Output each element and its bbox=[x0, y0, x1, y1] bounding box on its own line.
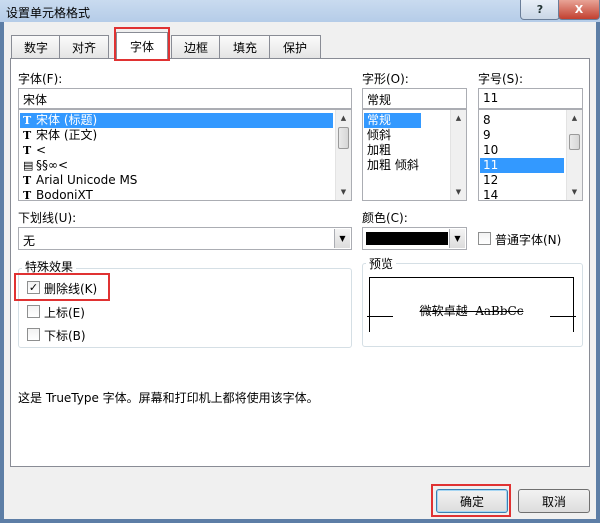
font-list-item[interactable]: T Arial Unicode MS bbox=[20, 173, 137, 188]
underline-dropdown[interactable]: 无 ▼ bbox=[18, 227, 352, 250]
style-list-scrollbar[interactable]: ▲ ▼ bbox=[450, 110, 466, 200]
size-list-item[interactable]: 14 bbox=[480, 188, 498, 200]
scroll-down-icon[interactable]: ▼ bbox=[567, 185, 582, 199]
size-list-item[interactable]: 10 bbox=[480, 143, 498, 158]
size-label: 字号(S): bbox=[478, 72, 524, 86]
size-list-item[interactable]: 12 bbox=[480, 173, 498, 188]
strikethrough-checkbox[interactable]: ✓ bbox=[27, 281, 40, 294]
checkmark-icon: ✓ bbox=[28, 281, 39, 294]
help-icon: ? bbox=[536, 3, 544, 16]
font-list-item[interactable]: T BodoniXT bbox=[20, 188, 93, 201]
ok-button[interactable]: 确定 bbox=[436, 489, 508, 513]
scroll-down-icon[interactable]: ▼ bbox=[451, 185, 466, 199]
scroll-thumb[interactable] bbox=[569, 134, 580, 150]
superscript-label: 上标(E) bbox=[44, 306, 85, 320]
truetype-icon: T bbox=[23, 174, 32, 187]
normal-font-checkbox[interactable] bbox=[478, 232, 491, 245]
size-list[interactable]: 8 9 10 11 12 14 ▲ ▼ bbox=[478, 109, 583, 201]
info-text: 这是 TrueType 字体。屏幕和打印机上都将使用该字体。 bbox=[18, 391, 319, 405]
underline-label: 下划线(U): bbox=[18, 211, 77, 225]
font-list-item[interactable]: ▤ §§∞< bbox=[20, 158, 68, 173]
truetype-icon: T bbox=[23, 189, 32, 201]
normal-font-label: 普通字体(N) bbox=[495, 233, 562, 247]
size-input[interactable]: 11 bbox=[478, 88, 583, 109]
chevron-down-icon[interactable]: ▼ bbox=[449, 229, 465, 248]
tab-border[interactable]: 边框 bbox=[171, 35, 221, 58]
size-list-item[interactable]: 11 bbox=[480, 158, 564, 173]
font-list-item[interactable]: T 宋体 (标题) bbox=[20, 113, 333, 128]
font-list-item[interactable]: T 宋体 (正文) bbox=[20, 128, 97, 143]
preview-sample: 微软卓越 AaBbCc bbox=[419, 304, 524, 318]
preview-box: 微软卓越 AaBbCc bbox=[367, 277, 576, 332]
close-icon: X bbox=[574, 3, 584, 16]
truetype-icon: T bbox=[23, 129, 32, 142]
cancel-button[interactable]: 取消 bbox=[518, 489, 590, 513]
superscript-checkbox[interactable] bbox=[27, 305, 40, 318]
scroll-thumb[interactable] bbox=[338, 127, 349, 149]
tab-protection[interactable]: 保护 bbox=[269, 35, 321, 58]
scroll-down-icon[interactable]: ▼ bbox=[336, 185, 351, 199]
help-button[interactable]: ? bbox=[520, 0, 560, 20]
close-button[interactable]: X bbox=[558, 0, 600, 20]
font-list-scrollbar[interactable]: ▲ ▼ bbox=[335, 110, 351, 200]
font-list-item[interactable]: T < bbox=[20, 143, 46, 158]
style-list-item[interactable]: 常规 bbox=[364, 113, 421, 128]
chevron-down-icon[interactable]: ▼ bbox=[334, 229, 350, 248]
color-label: 颜色(C): bbox=[362, 211, 408, 225]
size-list-item[interactable]: 9 bbox=[480, 128, 491, 143]
color-swatch bbox=[366, 232, 448, 245]
font-input[interactable]: 宋体 bbox=[18, 88, 352, 109]
scroll-up-icon[interactable]: ▲ bbox=[451, 111, 466, 125]
strikethrough-label: 删除线(K) bbox=[44, 282, 98, 296]
size-list-scrollbar[interactable]: ▲ ▼ bbox=[566, 110, 582, 200]
truetype-icon: T bbox=[23, 144, 32, 157]
effects-title: 特殊效果 bbox=[22, 258, 77, 275]
subscript-label: 下标(B) bbox=[44, 329, 86, 343]
style-list-item[interactable]: 加粗 倾斜 bbox=[364, 158, 419, 173]
tab-alignment[interactable]: 对齐 bbox=[59, 35, 109, 58]
style-list-item[interactable]: 加粗 bbox=[364, 143, 391, 158]
title-bar: 设置单元格格式 ? X bbox=[0, 0, 600, 22]
style-label: 字形(O): bbox=[362, 72, 409, 86]
dialog-title: 设置单元格格式 bbox=[6, 6, 91, 20]
scroll-up-icon[interactable]: ▲ bbox=[567, 111, 582, 125]
size-list-item[interactable]: 8 bbox=[480, 113, 491, 128]
tab-fill[interactable]: 填充 bbox=[219, 35, 271, 58]
subscript-checkbox[interactable] bbox=[27, 328, 40, 341]
color-dropdown[interactable]: ▼ bbox=[362, 227, 467, 250]
style-input[interactable]: 常规 bbox=[362, 88, 467, 109]
preview-title: 预览 bbox=[366, 255, 397, 272]
scroll-up-icon[interactable]: ▲ bbox=[336, 111, 351, 125]
truetype-icon: T bbox=[23, 114, 32, 127]
style-list[interactable]: 常规 倾斜 加粗 加粗 倾斜 ▲ ▼ bbox=[362, 109, 467, 201]
font-list[interactable]: T 宋体 (标题) T 宋体 (正文) T < ▤ §§∞< T Arial Unicod… bbox=[18, 109, 352, 201]
font-label: 字体(F): bbox=[18, 72, 63, 86]
style-list-item[interactable]: 倾斜 bbox=[364, 128, 391, 143]
printer-font-icon: ▤ bbox=[23, 159, 34, 172]
tab-number[interactable]: 数字 bbox=[11, 35, 61, 58]
tab-font[interactable]: 字体 bbox=[116, 32, 168, 59]
